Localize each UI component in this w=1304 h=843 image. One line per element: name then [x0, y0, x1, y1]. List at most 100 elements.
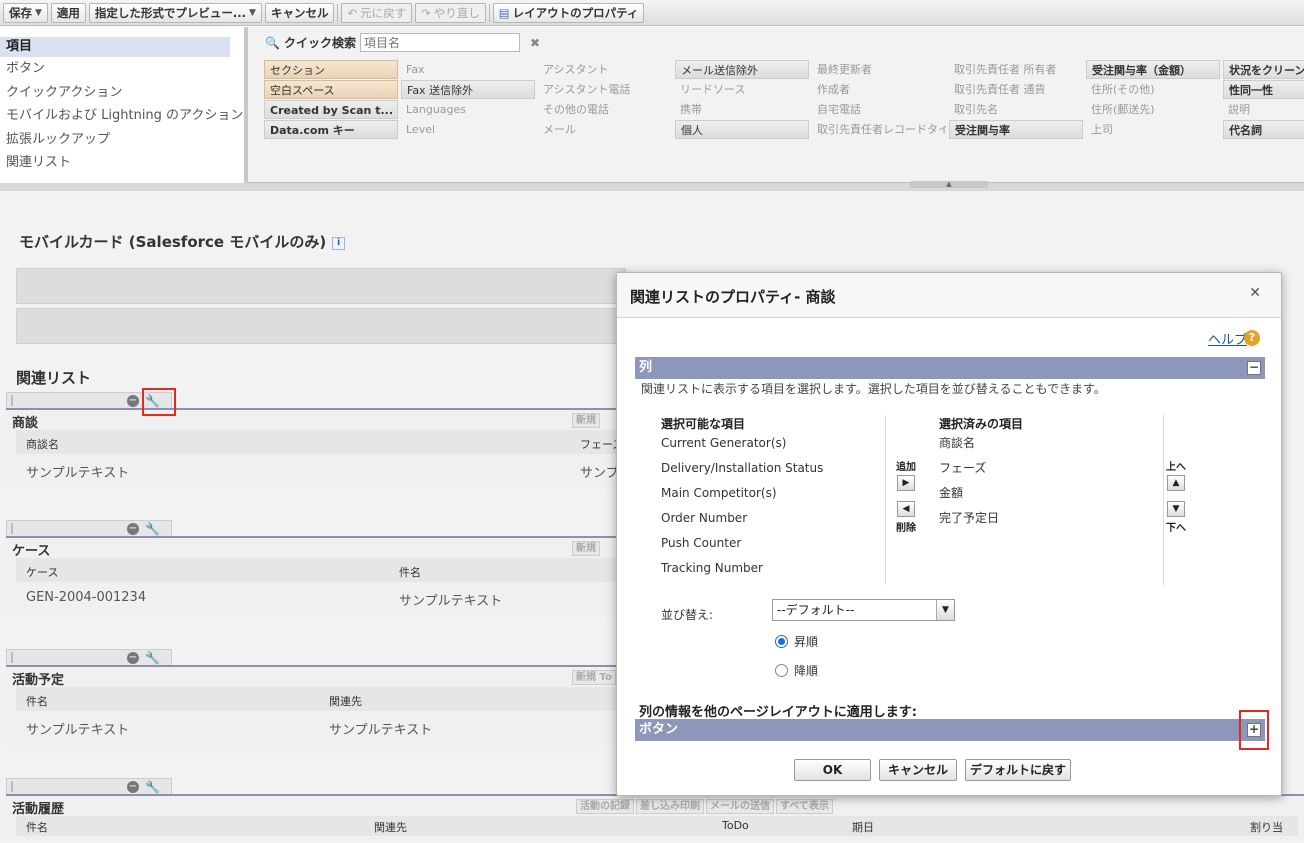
list-item[interactable]: フェーズ: [939, 456, 1163, 481]
layout-icon: ▤: [498, 5, 510, 20]
list-item[interactable]: Order Number: [661, 506, 885, 531]
move-up-button[interactable]: ▲: [1167, 475, 1185, 491]
palette-category-quick-actions[interactable]: クイックアクション: [0, 81, 244, 105]
palette-field[interactable]: 受注関与率（金額）: [1086, 60, 1220, 79]
save-button[interactable]: 保存 ▼: [3, 2, 48, 23]
undo-button[interactable]: ↶ 元に戻す: [341, 2, 413, 23]
palette-category-expanded-lookups[interactable]: 拡張ルックアップ: [0, 128, 244, 152]
palette-field[interactable]: 説明: [1223, 100, 1304, 119]
preview-as-button[interactable]: 指定した形式でプレビュー... ▼: [88, 2, 262, 23]
palette-field[interactable]: 住所(郵送先): [1086, 100, 1220, 119]
palette-category-fields[interactable]: 項目: [0, 37, 230, 57]
palette-field[interactable]: アシスタント電話: [538, 80, 672, 99]
radio-checked[interactable]: [775, 635, 788, 648]
chevron-down-icon[interactable]: ▼: [35, 8, 42, 18]
palette-field[interactable]: Fax 送信除外: [401, 80, 535, 99]
list-item[interactable]: 完了予定日: [939, 506, 1163, 531]
drag-grip[interactable]: [11, 652, 13, 663]
palette-category-mobile-actions[interactable]: モバイルおよび Lightning のアクション: [0, 104, 244, 128]
list-item[interactable]: Current Generator(s): [661, 431, 885, 456]
palette-field[interactable]: 状況をクリーン: [1223, 60, 1304, 79]
palette-field[interactable]: 取引先責任者レコードタイプ: [812, 120, 946, 139]
info-icon[interactable]: i: [332, 237, 346, 250]
palette-field[interactable]: Level: [401, 120, 535, 139]
available-fields-list[interactable]: 選択可能な項目 Current Generator(s) Delivery/In…: [661, 415, 886, 585]
sort-by-select[interactable]: --デフォルト-- ▼: [772, 599, 955, 621]
new-button: 新規: [572, 541, 600, 556]
list-item[interactable]: Delivery/Installation Status: [661, 456, 885, 481]
section-handle[interactable]: − 🔧: [6, 520, 172, 536]
mail-merge-button: 差し込み印刷: [636, 799, 704, 814]
wrench-icon[interactable]: 🔧: [145, 522, 160, 536]
reset-default-button[interactable]: デフォルトに戻す: [965, 759, 1071, 781]
help-icon[interactable]: ?: [1244, 330, 1260, 346]
related-list-name: ケース 新規: [6, 538, 636, 559]
palette-category-related-lists[interactable]: 関連リスト: [0, 151, 244, 175]
section-handle[interactable]: − 🔧: [6, 649, 172, 665]
remove-icon[interactable]: −: [127, 652, 139, 664]
palette-field[interactable]: その他の電話: [538, 100, 672, 119]
list-item[interactable]: Main Competitor(s): [661, 481, 885, 506]
palette-field[interactable]: 作成者: [812, 80, 946, 99]
palette-field[interactable]: Created by Scan t...: [264, 100, 398, 119]
palette-field[interactable]: 取引先責任者 所有者: [949, 60, 1083, 79]
palette-field[interactable]: 上司: [1086, 120, 1220, 139]
palette-field[interactable]: 性同一性: [1223, 80, 1304, 99]
sort-ascending-radio[interactable]: 昇順: [775, 633, 818, 650]
remove-icon[interactable]: −: [127, 523, 139, 535]
palette-field[interactable]: リードソース: [675, 80, 809, 99]
palette-category-buttons[interactable]: ボタン: [0, 57, 244, 81]
layout-properties-button[interactable]: ▤ レイアウトのプロパティ: [492, 2, 645, 23]
ok-button[interactable]: OK: [794, 759, 871, 781]
palette-field[interactable]: メール送信除外: [675, 60, 809, 79]
close-icon[interactable]: ✕: [1249, 285, 1261, 301]
palette-field[interactable]: 空白スペース: [264, 80, 398, 99]
drag-grip[interactable]: [11, 395, 13, 406]
palette-field[interactable]: Data.com キー: [264, 120, 398, 139]
list-item[interactable]: 金額: [939, 481, 1163, 506]
clear-search-icon[interactable]: ✖: [530, 36, 540, 50]
list-item[interactable]: Push Counter: [661, 531, 885, 556]
palette-field[interactable]: Fax: [401, 60, 535, 79]
quick-search-input[interactable]: [359, 33, 520, 52]
wrench-icon[interactable]: 🔧: [145, 651, 160, 665]
selected-fields-list[interactable]: 選択済みの項目 商談名 フェーズ 金額 完了予定日: [939, 415, 1164, 585]
palette-field[interactable]: Languages: [401, 100, 535, 119]
palette-field[interactable]: 取引先責任者 通貨: [949, 80, 1083, 99]
add-arrow-button[interactable]: ▶: [897, 475, 915, 491]
palette-field[interactable]: 携帯: [675, 100, 809, 119]
redo-button[interactable]: ↷ やり直し: [415, 2, 486, 23]
remove-arrow-button[interactable]: ◀: [897, 501, 915, 517]
wrench-icon[interactable]: 🔧: [145, 780, 160, 794]
help-link[interactable]: ヘルプ: [1208, 329, 1247, 348]
move-down-button[interactable]: ▼: [1167, 501, 1185, 517]
table-row: サンプルテキスト サンプルテキスト: [16, 711, 630, 741]
palette-field[interactable]: メール: [538, 120, 672, 139]
palette-field[interactable]: 代名詞: [1223, 120, 1304, 139]
palette-field[interactable]: アシスタント: [538, 60, 672, 79]
radio-unchecked[interactable]: [775, 664, 788, 677]
palette-field[interactable]: セクション: [264, 60, 398, 79]
palette-field[interactable]: 住所(その他): [1086, 80, 1220, 99]
list-item[interactable]: Tracking Number: [661, 556, 885, 581]
collapse-palette-handle[interactable]: ▲: [910, 181, 988, 188]
dialog-title: 関連リストのプロパティ- 商談: [630, 288, 836, 306]
remove-icon[interactable]: −: [127, 395, 139, 407]
table-header: 件名 関連先: [16, 687, 630, 711]
remove-icon[interactable]: −: [127, 781, 139, 793]
cancel-button[interactable]: キャンセル: [879, 759, 957, 781]
apply-button[interactable]: 適用: [50, 2, 86, 23]
palette-field[interactable]: 取引先名: [949, 100, 1083, 119]
cancel-button[interactable]: キャンセル: [264, 2, 335, 23]
palette-field[interactable]: 受注関与率: [949, 120, 1083, 139]
palette-field[interactable]: 自宅電話: [812, 100, 946, 119]
list-item[interactable]: 商談名: [939, 431, 1163, 456]
section-handle[interactable]: − 🔧: [6, 778, 172, 794]
collapse-icon[interactable]: −: [1247, 361, 1261, 375]
drag-grip[interactable]: [11, 523, 13, 534]
palette-field[interactable]: 最終更新者: [812, 60, 946, 79]
palette-field[interactable]: 個人: [675, 120, 809, 139]
table-row: サンプルテキスト サンプ: [16, 454, 630, 484]
sort-descending-radio[interactable]: 降順: [775, 662, 818, 679]
drag-grip[interactable]: [11, 781, 13, 792]
